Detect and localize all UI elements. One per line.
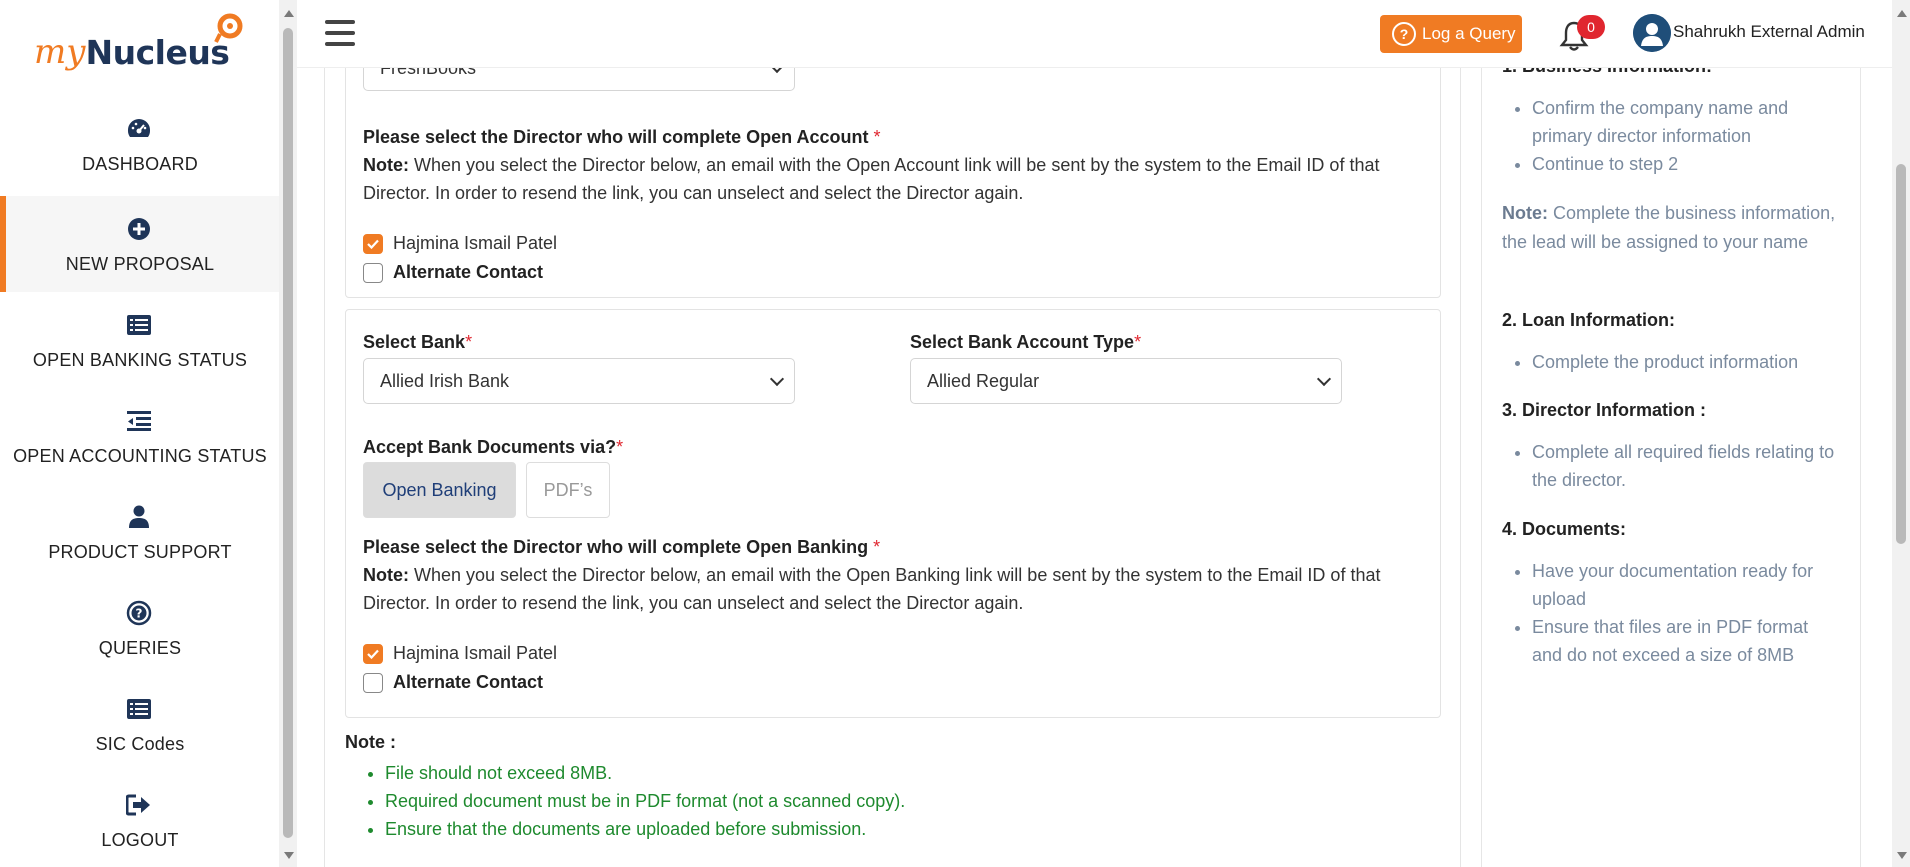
- upload-note-item: Required document must be in PDF format …: [385, 787, 905, 815]
- scrollbar-thumb[interactable]: [283, 28, 293, 838]
- scroll-down-arrow-icon[interactable]: [284, 852, 294, 859]
- panel-divider: [1460, 0, 1461, 867]
- upload-note-item: File should not exceed 8MB.: [385, 759, 905, 787]
- svg-text:?: ?: [136, 607, 143, 621]
- help-section-title: 4. Documents:: [1502, 519, 1627, 539]
- sidebar-item-label: QUERIES: [98, 638, 182, 658]
- help-note: Note: Complete the business information,…: [1502, 203, 1836, 252]
- director-name: Hajmina Ismail Patel: [393, 643, 558, 663]
- sidebar-item-new-proposal[interactable]: NEW PROPOSAL: [0, 196, 280, 292]
- user-name[interactable]: Shahrukh External Admin: [1673, 22, 1865, 42]
- top-bar: ? Log a Query 0 Shahrukh External Admin: [297, 0, 1892, 68]
- open-account-alternate-option[interactable]: Alternate Contact: [363, 262, 543, 283]
- select-account-type-dropdown[interactable]: Allied Regular: [910, 358, 1342, 404]
- sidebar-item-label: LOGOUT: [101, 830, 179, 850]
- user-icon: [126, 504, 152, 530]
- help-item: Complete all required fields relating to…: [1532, 438, 1842, 494]
- sidebar-item-product-support[interactable]: PRODUCT SUPPORT: [0, 484, 280, 580]
- sidebar: my Nucleus DASHBOARD NEW PROPOSAL OPEN BA…: [0, 0, 280, 867]
- help-panel: 1. Business Information: Confirm the com…: [1481, 0, 1861, 867]
- sidebar-item-label: NEW PROPOSAL: [65, 254, 215, 274]
- panel-divider: [324, 0, 325, 867]
- sidebar-item-sic-codes[interactable]: SIC Codes: [0, 676, 280, 772]
- upload-note: Note : File should not exceed 8MB. Requi…: [345, 732, 905, 843]
- sidebar-item-open-accounting-status[interactable]: OPEN ACCOUNTING STATUS: [0, 388, 280, 484]
- dashboard-icon: [126, 116, 152, 142]
- sidebar-item-label: PRODUCT SUPPORT: [48, 542, 232, 562]
- sidebar-item-label: OPEN BANKING STATUS: [32, 350, 248, 370]
- help-item: Continue to step 2: [1532, 150, 1842, 178]
- help-item: Ensure that files are in PDF format and …: [1532, 613, 1842, 669]
- pdf-option-button[interactable]: PDF’s: [526, 462, 610, 518]
- check-icon: [367, 649, 379, 659]
- director-name: Alternate Contact: [393, 672, 544, 692]
- scroll-up-arrow-icon[interactable]: [284, 10, 294, 17]
- checkbox-checked[interactable]: [363, 233, 383, 254]
- sidebar-scrollbar[interactable]: [279, 0, 297, 867]
- help-item: Confirm the company name and primary dir…: [1532, 94, 1842, 150]
- checkbox-checked[interactable]: [363, 643, 383, 664]
- help-section-title: 3. Director Information :: [1502, 400, 1707, 420]
- scroll-up-arrow-icon[interactable]: [1897, 10, 1907, 17]
- help-item: Complete the product information: [1532, 348, 1842, 376]
- open-account-director-prompt: Please select the Director who will comp…: [363, 127, 881, 147]
- sidebar-item-open-banking-status[interactable]: OPEN BANKING STATUS: [0, 292, 280, 388]
- chevron-down-icon: [1316, 371, 1332, 387]
- director-name: Alternate Contact: [393, 262, 544, 282]
- sidebar-item-label: DASHBOARD: [82, 154, 198, 174]
- help-section-title: 2. Loan Information:: [1502, 310, 1675, 330]
- open-banking-alternate-option[interactable]: Alternate Contact: [363, 672, 543, 693]
- list-card-icon: [126, 696, 152, 722]
- scroll-down-arrow-icon[interactable]: [1897, 852, 1907, 859]
- log-query-button[interactable]: ? Log a Query: [1380, 15, 1522, 53]
- notification-count-badge: 0: [1577, 15, 1605, 39]
- open-banking-director-option[interactable]: Hajmina Ismail Patel: [363, 643, 557, 664]
- sidebar-item-dashboard[interactable]: DASHBOARD: [0, 96, 280, 192]
- checkbox-unchecked[interactable]: [363, 672, 383, 693]
- select-value: Allied Irish Bank: [380, 371, 510, 391]
- open-banking-option-button[interactable]: Open Banking: [363, 462, 516, 518]
- sidebar-item-queries[interactable]: ? QUERIES: [0, 580, 280, 676]
- sidebar-item-logout[interactable]: LOGOUT: [0, 772, 280, 867]
- brand-logo[interactable]: my Nucleus: [34, 12, 230, 72]
- avatar[interactable]: [1633, 14, 1671, 52]
- logo-nucleus: Nucleus: [85, 33, 230, 72]
- upload-note-item: Ensure that the documents are uploaded b…: [385, 815, 905, 843]
- plus-circle-icon: [126, 216, 152, 242]
- open-banking-card: Select Bank* Allied Irish Bank Select Ba…: [345, 309, 1441, 718]
- open-account-note: Note: When you select the Director below…: [363, 155, 1380, 203]
- upload-note-title: Note :: [345, 732, 396, 752]
- sidebar-item-label: OPEN ACCOUNTING STATUS: [13, 446, 267, 466]
- question-circle-icon: ?: [126, 600, 152, 626]
- indent-list-icon: [126, 408, 152, 434]
- select-value: Allied Regular: [927, 371, 1040, 391]
- list-card-icon: [126, 312, 152, 338]
- checkbox-unchecked[interactable]: [363, 262, 383, 283]
- accept-docs-label: Accept Bank Documents via?*: [363, 437, 624, 457]
- sign-out-icon: [126, 792, 152, 818]
- select-bank-dropdown[interactable]: Allied Irish Bank: [363, 358, 795, 404]
- question-icon: ?: [1392, 22, 1416, 46]
- hamburger-menu-icon[interactable]: [325, 20, 355, 46]
- open-banking-director-prompt: Please select the Director who will comp…: [363, 537, 881, 557]
- log-query-label: Log a Query: [1422, 24, 1516, 43]
- open-banking-note: Note: When you select the Director below…: [363, 565, 1381, 613]
- sidebar-item-label: SIC Codes: [95, 734, 185, 754]
- select-account-type-label: Select Bank Account Type*: [910, 332, 1142, 352]
- page-scrollbar[interactable]: [1892, 0, 1910, 867]
- logo-swirl-icon: [214, 13, 243, 43]
- open-account-director-option[interactable]: Hajmina Ismail Patel: [363, 233, 557, 254]
- director-name: Hajmina Ismail Patel: [393, 233, 558, 253]
- open-account-card: FreshBooks Please select the Director wh…: [345, 40, 1441, 298]
- select-bank-label: Select Bank*: [363, 332, 473, 352]
- check-icon: [367, 239, 379, 249]
- help-item: Have your documentation ready for upload: [1532, 557, 1842, 613]
- scrollbar-thumb[interactable]: [1896, 164, 1906, 544]
- logo-my: my: [34, 32, 86, 72]
- chevron-down-icon: [769, 371, 785, 387]
